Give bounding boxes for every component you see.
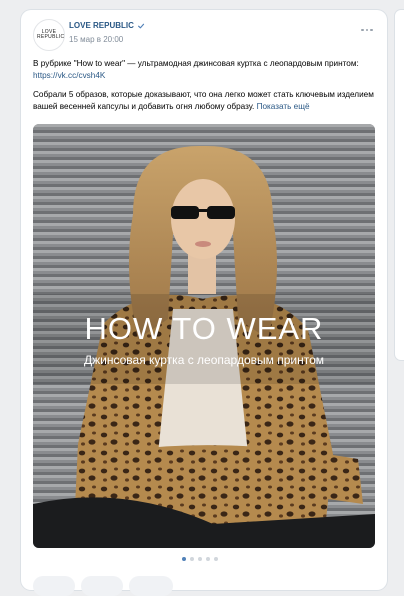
show-more-link[interactable]: Показать ещё xyxy=(257,102,310,111)
photo-headline: HOW TO WEAR xyxy=(85,311,324,346)
carousel-dot[interactable] xyxy=(190,557,194,561)
avatar[interactable]: LOVE REPUBLIC xyxy=(33,19,65,51)
carousel-dot[interactable] xyxy=(182,557,186,561)
post-time[interactable]: 15 мар в 20:00 xyxy=(69,34,123,46)
author-row: LOVE REPUBLIC xyxy=(69,20,145,32)
comment-button[interactable] xyxy=(81,576,123,596)
post-paragraph-1: В рубрике "How to wear" — ультрамодная д… xyxy=(33,58,378,82)
carousel-dot[interactable] xyxy=(206,557,210,561)
verified-icon xyxy=(137,23,145,29)
carousel-dot[interactable] xyxy=(214,557,218,561)
post-paragraph-2: Собрали 5 образов, которые доказывают, ч… xyxy=(33,89,378,113)
post-card: LOVE REPUBLIC LOVE REPUBLIC 15 мар в 20:… xyxy=(21,10,387,596)
post-photo[interactable]: HOW TO WEAR Джинсовая куртка с леопардов… xyxy=(33,124,375,548)
post-link[interactable]: https://vk.cc/cvsh4K xyxy=(33,71,105,80)
photo-image: HOW TO WEAR Джинсовая куртка с леопардов… xyxy=(33,124,375,548)
author-name[interactable]: LOVE REPUBLIC xyxy=(69,20,134,32)
avatar-logo-text: LOVE REPUBLIC xyxy=(37,29,65,40)
like-button[interactable] xyxy=(33,576,75,596)
next-card-edge xyxy=(395,10,404,360)
post-header: LOVE REPUBLIC LOVE REPUBLIC 15 мар в 20:… xyxy=(33,19,375,51)
post-text: В рубрике "How to wear" — ультрамодная д… xyxy=(33,58,378,120)
paragraph-1-text: В рубрике "How to wear" — ультрамодная д… xyxy=(33,59,359,68)
share-button[interactable] xyxy=(129,576,173,596)
post-actions xyxy=(33,576,173,596)
carousel-pager xyxy=(182,557,218,561)
carousel-dot[interactable] xyxy=(198,557,202,561)
more-options-icon[interactable] xyxy=(361,25,375,35)
paragraph-2-text: Собрали 5 образов, которые доказывают, ч… xyxy=(33,90,374,111)
photo-subheadline: Джинсовая куртка с леопардовым принтом xyxy=(84,353,324,367)
